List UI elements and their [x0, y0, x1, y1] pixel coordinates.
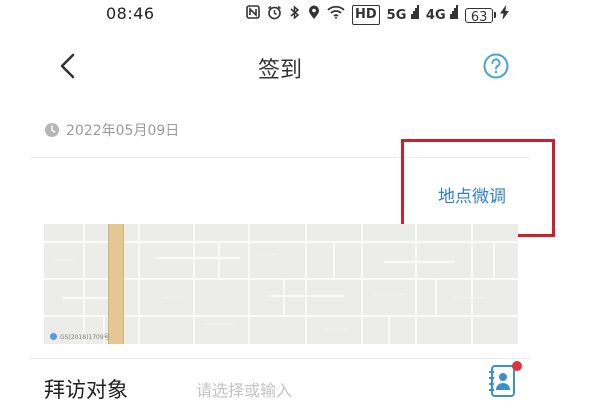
location-adjust-link[interactable]: 地点微调 [438, 182, 506, 207]
map-logo-icon [50, 333, 57, 340]
charging-icon [500, 4, 510, 26]
status-icons: HD 5G 4G 63 [246, 4, 510, 26]
notification-dot [512, 361, 522, 371]
date-row: 2022年05月09日 [44, 120, 179, 140]
divider [30, 358, 530, 359]
bluetooth-icon [289, 4, 301, 26]
question-circle-icon [483, 53, 509, 79]
visit-target-input[interactable] [196, 377, 466, 403]
signal-4g-icon: 4G [426, 5, 459, 25]
page-title: 签到 [257, 58, 302, 83]
location-map[interactable]: GS(2018)1709号 [44, 224, 518, 344]
signal-5g-icon: 5G [387, 5, 419, 25]
map-credit: GS(2018)1709号 [50, 332, 110, 341]
nfc-icon [246, 5, 260, 25]
hd-voice-badge: HD [352, 5, 380, 25]
status-time: 08:46 [106, 4, 155, 23]
divider [30, 157, 530, 158]
clock-icon [45, 123, 59, 137]
help-button[interactable] [482, 52, 510, 80]
contact-picker-button[interactable] [488, 361, 522, 398]
battery-indicator: 63 [465, 7, 497, 25]
map-tiles [44, 224, 518, 344]
wifi-icon [327, 5, 345, 25]
alarm-icon [267, 5, 282, 26]
title-bar: 签到 [0, 30, 600, 102]
checkin-date: 2022年05月09日 [66, 123, 180, 139]
location-icon [308, 5, 320, 26]
status-bar: 08:46 HD 5G 4G 63 [0, 0, 600, 30]
